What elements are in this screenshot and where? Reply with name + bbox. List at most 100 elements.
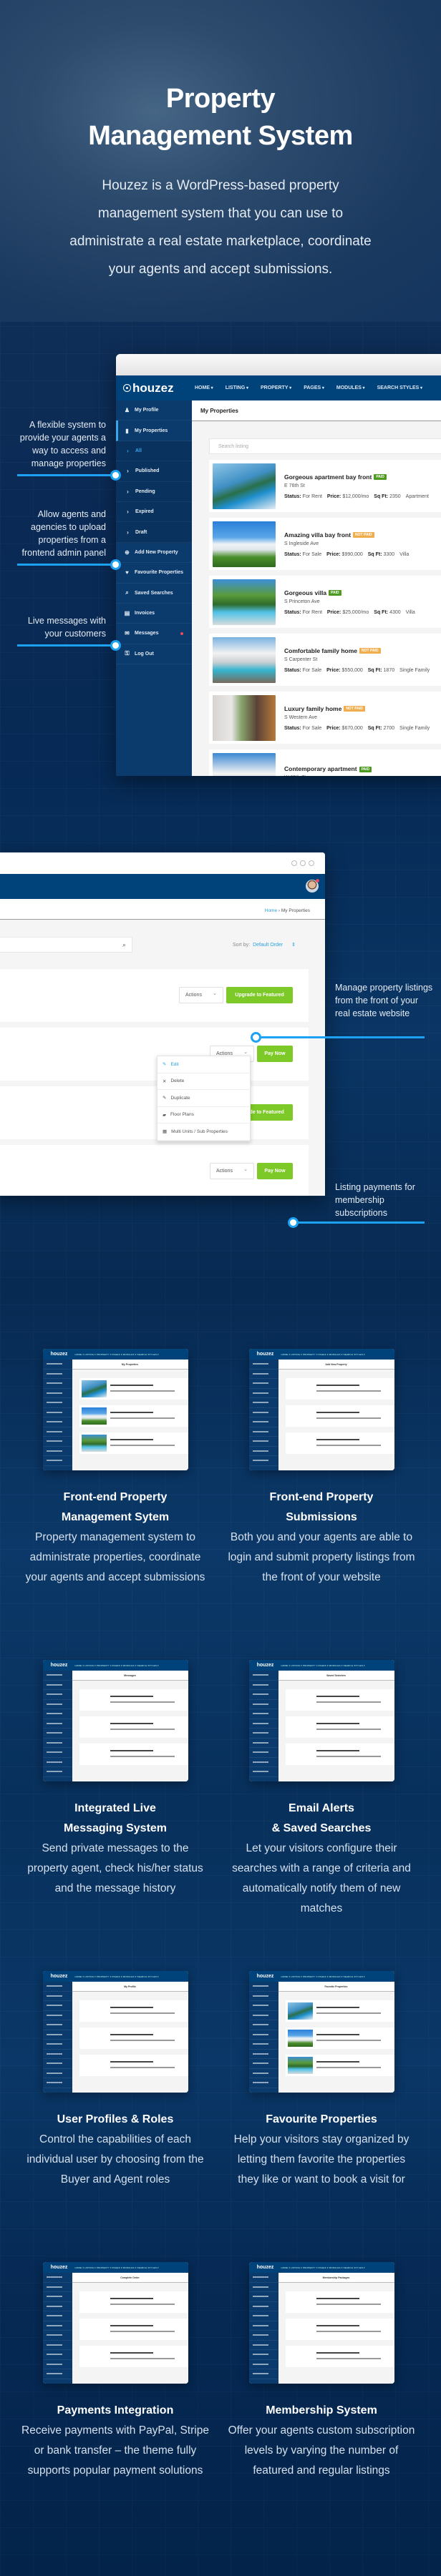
property-row[interactable]: Gorgeous villa PAID S Princeton Ave Status:… xyxy=(209,576,441,628)
nav-item-property[interactable]: PROPERTY xyxy=(261,385,291,390)
mini-text-line xyxy=(316,1445,381,1446)
sort-control[interactable]: Sort by: Default Order ⇕ xyxy=(233,942,296,948)
property-thumbnail[interactable] xyxy=(213,752,276,776)
property-thumbnail[interactable] xyxy=(213,579,276,625)
mini-sidebar-item xyxy=(248,1389,278,1398)
property-row[interactable]: Luxury family home NOT PAID S Western Ave S… xyxy=(209,692,441,744)
meta-value: 1870 xyxy=(383,667,395,673)
property-title[interactable]: Comfortable family home NOT PAID xyxy=(284,647,435,654)
mini-sidebar-item xyxy=(42,2069,72,2078)
dropdown-item-delete[interactable]: ✕ Delete xyxy=(158,1073,250,1090)
feature-title: Front-end Property Management Sytem xyxy=(21,1488,210,1528)
property-title-text[interactable]: Luxury family home xyxy=(284,705,341,712)
sidebar-item-messages[interactable]: ✉ Messages xyxy=(116,624,192,644)
hero-section: Property Management System Houzez is a Wo… xyxy=(0,0,441,322)
sidebar-item-published[interactable]: › Published xyxy=(116,461,192,482)
property-title-text[interactable]: Comfortable family home xyxy=(284,647,357,654)
mini-sidebar-item xyxy=(42,1398,72,1408)
sidebar-item-add-new-property[interactable]: ⊕ Add New Property xyxy=(116,543,192,564)
mini-text-line xyxy=(110,1756,175,1757)
dropdown-item-edit[interactable]: ✎ Edit xyxy=(158,1056,250,1073)
property-title[interactable]: Gorgeous villa PAID xyxy=(284,589,420,596)
property-title[interactable]: Gorgeous apartment bay front PAID xyxy=(284,473,434,481)
property-title-text[interactable]: Gorgeous villa xyxy=(284,589,326,596)
property-thumbnail[interactable] xyxy=(213,636,276,683)
mini-navigation: houzez HOME ▾ LISTING ▾ PROPERTY ▾ PAGES … xyxy=(248,1971,394,1982)
nav-item-search-styles[interactable]: SEARCH STYLES xyxy=(377,385,422,390)
dropdown-item-floor-plans[interactable]: ▰ Floor Plans xyxy=(158,1107,250,1124)
mini-card xyxy=(79,2291,188,2313)
search-input[interactable]: ⌕ xyxy=(0,937,132,953)
mini-sidebar-item xyxy=(248,1408,278,1417)
pay-now-button[interactable]: Pay Now xyxy=(257,1046,293,1062)
property-price: Price: $25,000/mo xyxy=(327,610,369,615)
breadcrumb-home-link[interactable]: Home xyxy=(265,908,277,913)
property-title-text[interactable]: Gorgeous apartment bay front xyxy=(284,473,372,481)
dropdown-item-duplicate[interactable]: ✎ Duplicate xyxy=(158,1090,250,1107)
nav-item-pages[interactable]: PAGES xyxy=(304,385,324,390)
property-sqft: Sq Ft: 2350 xyxy=(374,494,400,499)
property-thumbnail[interactable] xyxy=(213,521,276,567)
property-title[interactable]: Luxury family home NOT PAID xyxy=(284,705,435,712)
property-row[interactable]: Gorgeous apartment bay front PAID E 76th S… xyxy=(209,460,441,512)
meta-label: Sq Ft: xyxy=(374,609,390,615)
property-thumbnail[interactable] xyxy=(213,694,276,741)
sort-value[interactable]: Default Order xyxy=(253,943,283,948)
search-listing-input[interactable]: Search listing xyxy=(209,438,441,454)
feature-screenshot: houzez HOME ▾ LISTING ▾ PROPERTY ▾ PAGES … xyxy=(248,2262,394,2384)
mini-navigation: houzez HOME ▾ LISTING ▾ PROPERTY ▾ PAGES … xyxy=(248,1349,394,1360)
upgrade-to-featured-button[interactable]: Upgrade to Featured xyxy=(226,987,293,1003)
actions-dropdown-menu: ✎ Edit ✕ Delete ✎ Duplicate ▰ Floor Plans ▦ Multi… xyxy=(157,1056,251,1141)
mini-sidebar-item xyxy=(42,1427,72,1437)
mini-nav-items: HOME ▾ LISTING ▾ PROPERTY ▾ PAGES ▾ MODU… xyxy=(74,1663,159,1667)
mini-sidebar-item xyxy=(248,2001,278,2011)
feature-title-line: Membership System xyxy=(266,2404,377,2417)
mini-card xyxy=(79,2346,188,2367)
mini-sidebar-item xyxy=(248,1739,278,1748)
sidebar-item-my-profile[interactable]: ♟ My Profile xyxy=(116,400,192,421)
user-avatar[interactable] xyxy=(306,879,319,893)
property-title[interactable]: Contemporary apartment PAID xyxy=(284,765,372,772)
property-title[interactable]: Amazing villa bay front NOT PAID xyxy=(284,531,414,539)
property-title-text[interactable]: Amazing villa bay front xyxy=(284,531,351,539)
property-thumbnail[interactable] xyxy=(213,463,276,509)
window-dot-icon[interactable] xyxy=(300,860,306,866)
nav-item-home[interactable]: HOME xyxy=(195,385,213,390)
mini-sidebar-item xyxy=(248,2321,278,2331)
sidebar-item-log-out[interactable]: ⚿ Log Out xyxy=(116,644,192,665)
sidebar-item-invoices[interactable]: ▤ Invoices xyxy=(116,604,192,624)
property-status: Status: For Sale xyxy=(284,668,321,673)
dropdown-item-multi-units-sub-properties[interactable]: ▦ Multi Units / Sub Properties xyxy=(158,1124,250,1141)
property-title-text[interactable]: Contemporary apartment xyxy=(284,765,357,772)
window-dot-icon[interactable] xyxy=(309,860,314,866)
property-row[interactable]: Comfortable family home NOT PAID S Carpent… xyxy=(209,634,441,686)
sidebar-item-favourite-properties[interactable]: ♥ Favourite Properties xyxy=(116,563,192,584)
search-icon[interactable]: ⌕ xyxy=(122,941,126,949)
mini-sidebar-item xyxy=(42,2273,72,2283)
actions-select[interactable]: Actions xyxy=(179,987,223,1003)
window-dot-icon[interactable] xyxy=(291,860,297,866)
sidebar-item-saved-searches[interactable]: ⌕ Saved Searches xyxy=(116,584,192,604)
sidebar-item-all[interactable]: › All xyxy=(116,441,192,462)
sidebar-item-expired[interactable]: › Expired xyxy=(116,501,192,523)
actions-select[interactable]: Actions xyxy=(210,1163,254,1179)
sidebar-item-my-properties[interactable]: ▮ My Properties xyxy=(116,421,192,441)
property-type: Villa xyxy=(405,609,415,615)
nav-item-modules[interactable]: MODULES xyxy=(336,385,365,390)
houzez-logo[interactable]: houzez xyxy=(116,381,192,395)
mini-text-line xyxy=(316,1412,359,1413)
mini-content: Favorite Properties xyxy=(278,1982,394,2093)
mini-sidebar-item xyxy=(42,1767,72,1777)
meta-value: $550,000 xyxy=(341,667,363,673)
sidebar-item-pending[interactable]: › Pending xyxy=(116,481,192,502)
mini-sidebar-item xyxy=(248,1447,278,1456)
nav-item-listing[interactable]: LISTING xyxy=(226,385,248,390)
feature-title: Payments Integration xyxy=(21,2401,210,2421)
property-row[interactable]: Contemporary apartmentPAID W 65th St xyxy=(209,749,441,776)
property-row[interactable]: Amazing villa bay front NOT PAID S Inglesi… xyxy=(209,518,441,570)
sort-arrows-icon[interactable]: ⇕ xyxy=(291,943,296,948)
pay-now-button[interactable]: Pay Now xyxy=(257,1163,293,1179)
feature-card: houzez HOME ▾ LISTING ▾ PROPERTY ▾ PAGES … xyxy=(21,2262,210,2481)
sidebar-item-draft[interactable]: › Draft xyxy=(116,522,192,543)
callout-manage-listings: Manage property listings from the front … xyxy=(335,983,433,1018)
